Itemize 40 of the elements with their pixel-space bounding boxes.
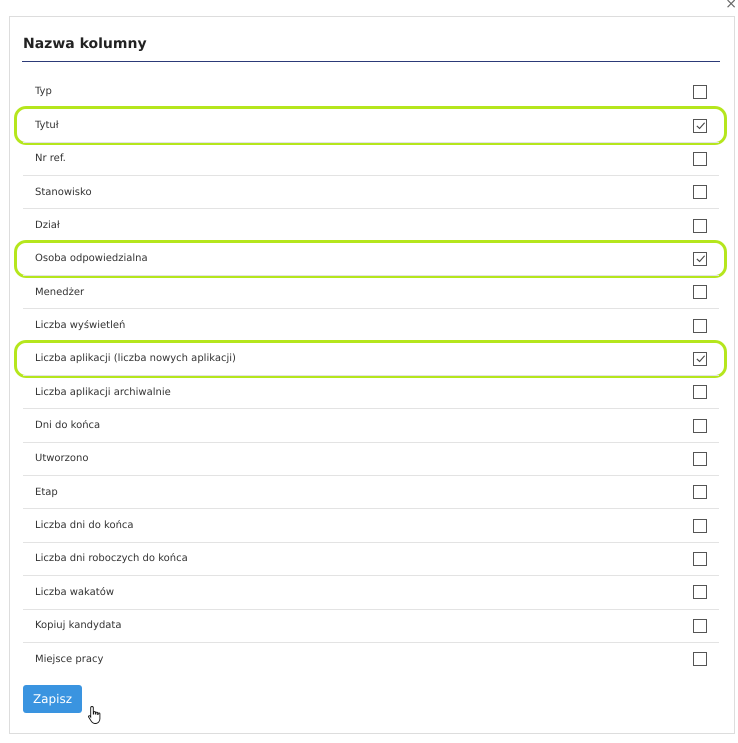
dialog-title: Nazwa kolumny — [22, 17, 720, 62]
column-label: Typ — [35, 86, 52, 98]
save-button[interactable]: Zapisz — [23, 685, 82, 714]
checkbox[interactable] — [693, 418, 707, 433]
column-label: Dział — [35, 220, 60, 232]
column-label: Utworzono — [35, 453, 88, 464]
column-label: Etap — [35, 486, 58, 498]
column-label: Stanowisko — [35, 186, 92, 198]
column-label: Liczba aplikacji archiwalnie — [35, 386, 171, 398]
checkbox[interactable] — [693, 252, 707, 266]
checkbox[interactable] — [693, 652, 707, 666]
checkbox[interactable] — [693, 618, 707, 633]
column-label: Miejsce pracy — [35, 654, 104, 665]
hand-cursor-icon — [87, 705, 103, 726]
column-label: Nr ref. — [35, 153, 66, 164]
checkbox[interactable] — [693, 385, 707, 400]
column-label: Liczba dni roboczych do końca — [35, 553, 188, 564]
checkbox[interactable] — [693, 518, 707, 533]
column-label: Liczba aplikacji (liczba nowych aplikacji) — [35, 353, 236, 364]
checkbox[interactable] — [693, 485, 707, 500]
column-label: Liczba dni do końca — [35, 520, 134, 532]
column-label: Liczba wyświetleń — [35, 320, 126, 332]
checkbox[interactable] — [693, 285, 707, 300]
checkbox[interactable] — [693, 452, 707, 466]
checkbox[interactable] — [693, 585, 707, 600]
column-label: Liczba wakatów — [35, 586, 114, 598]
checkbox[interactable] — [693, 352, 707, 366]
column-label: Menedżer — [35, 286, 84, 298]
checkbox[interactable] — [693, 552, 707, 566]
close-button[interactable]: × — [725, 0, 737, 11]
column-label: Dni do końca — [35, 420, 100, 432]
checkbox[interactable] — [693, 185, 707, 200]
checkbox[interactable] — [693, 118, 707, 133]
checkbox[interactable] — [693, 218, 707, 233]
column-label: Kopiuj kandydata — [35, 620, 122, 632]
checkbox[interactable] — [693, 152, 707, 166]
checkbox[interactable] — [693, 318, 707, 333]
column-label: Osoba odpowiedzialna — [35, 253, 148, 264]
checkbox[interactable] — [693, 84, 707, 99]
column-label: Tytuł — [35, 120, 59, 132]
